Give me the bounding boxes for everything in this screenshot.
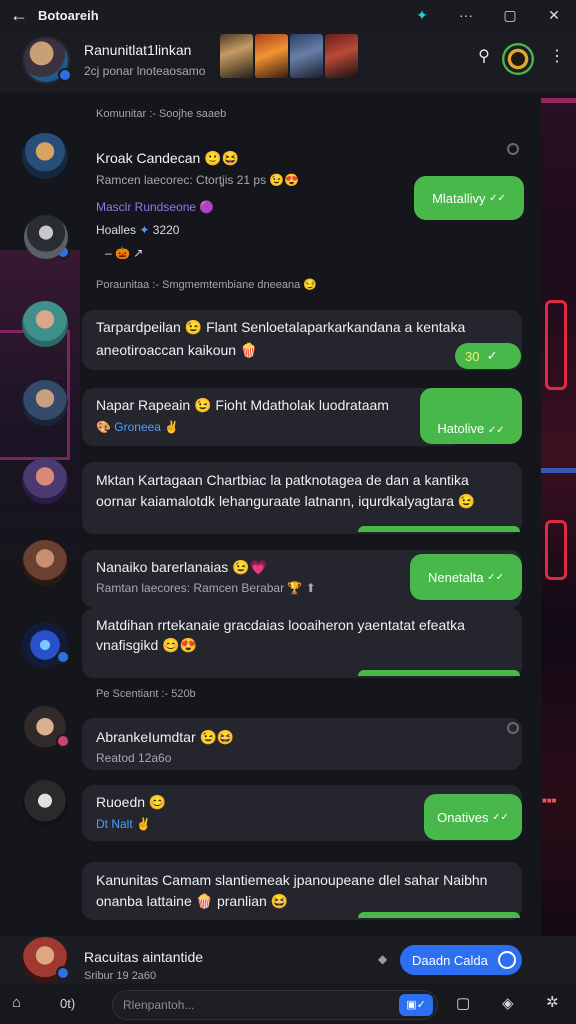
pinned-chat-sub: Sribur 19 2a60 [84,970,157,982]
message-text: Kanunitas Camam slantiemeak jpanoupeane … [96,872,488,888]
wallpaper-glyph: ■■■ [542,796,557,805]
outgoing-bubble[interactable]: Hatolive ✓✓ [420,388,522,444]
outgoing-bubble[interactable]: Nenetalta ✓✓ [410,554,522,600]
menu-dots-icon[interactable]: ··· [444,0,488,30]
info-icon[interactable] [507,722,519,734]
arrow-left-icon[interactable]: ← [0,5,38,26]
channel-link[interactable]: Masclr Rundseone 🟣 [96,200,214,214]
counter-label[interactable]: 0t) [60,996,75,1011]
channel-link[interactable]: 🎨 Groneea ✌ [96,417,179,438]
message-meta: Reatod 12a6o [96,751,172,765]
member-thumbnails [220,34,358,78]
sender-name: AbrankeIumdtar 😉😆 [96,729,235,745]
avatar[interactable] [22,540,68,586]
verified-badge-icon [58,68,72,82]
message-reaction: – 🎃 ↗ [105,246,144,260]
date-separator: Poraunitaa :- Smgmemtembiane dneeana 😏 [96,279,317,291]
outgoing-bubble-edge [358,526,520,532]
image-icon[interactable]: ▣✓ [399,994,433,1016]
shield-icon[interactable]: ◈ [502,994,514,1012]
chat-subtitle: 2cj ponar lnoteaosamo [84,64,206,78]
message-text: Napar Rapeain 😉 Fioht Mdatholak luodrata… [96,397,389,413]
sticker-icon[interactable]: ▢ [456,994,470,1012]
telegram-icon[interactable]: ✦ [400,0,444,30]
message-meta: Ramcen laecorec: Ctorţjis 21 ps 😉😍 [96,173,300,187]
outgoing-bubble[interactable]: Onatives ✓✓ [424,794,522,840]
message-text: Mktan Kartagaan Chartbiac la patknotagea… [96,472,469,488]
outgoing-bubble-edge [358,670,520,676]
wallpaper-neon-red [545,520,567,580]
message-input[interactable]: Rlenpantoh... ▣✓ [112,990,438,1020]
avatar[interactable] [22,301,68,347]
message-line: Hoalles ✦ 3220 [96,223,180,237]
wallpaper-neon-red [545,300,567,390]
message-meta: Ramtan laecores: Ramcen Berabar 🏆 ⬆ [96,581,316,595]
avatar[interactable] [22,133,68,179]
close-icon[interactable]: ✕ [532,0,576,30]
sender-name: Nanaiko barerlanaias 😉💗 [96,559,268,575]
pinned-chat-name: Racuitas aintantide [84,949,204,965]
check-icon [498,951,516,969]
member-thumb[interactable] [220,34,253,78]
sender-name: Ruoedn 😊 [96,794,167,810]
member-thumb[interactable] [290,34,323,78]
channel-link[interactable]: Dt Nalt ✌ [96,814,151,835]
verified-badge-icon [56,650,70,664]
info-icon[interactable] [507,143,519,155]
chat-title[interactable]: Ranunitlat1linkan [84,42,191,58]
member-thumb[interactable] [325,34,358,78]
message-text: aneotiroaccan kaikoun 🍿 [96,342,258,358]
profile-avatar[interactable] [502,43,534,75]
avatar[interactable] [22,780,68,826]
message-input-placeholder: Rlenpantoh... [123,998,195,1012]
outgoing-bubble-edge [358,912,520,918]
settings-icon[interactable]: ✲ [546,993,559,1011]
member-thumb[interactable] [255,34,288,78]
join-button[interactable]: Daadn Calda [400,945,522,975]
chat-header: Ranunitlat1linkan 2cj ponar lnoteaosamo … [0,30,576,92]
message-text: vnafisgikd 😊😍 [96,637,198,653]
avatar[interactable] [22,380,68,426]
date-separator: Pe Scentiant :- 520b [96,688,196,700]
verified-badge-icon [56,966,70,980]
wallpaper-stripe [541,98,576,103]
message-text: oornar kaiamalotdk lehanguraate latnann,… [96,493,476,509]
avatar[interactable] [22,458,68,504]
avatar[interactable] [24,215,68,259]
window-title: Botoareih [38,7,99,23]
message-text: Tarpardpeilan 😉 Flant Senloetalaparkarka… [96,319,466,335]
message-text: Matdihan rrtekanaie gracdaias looaiheron… [96,617,465,633]
message-text: onanba lattaine 🍿 pranlian 😆 [96,893,289,909]
wallpaper-stripe [541,468,576,473]
outgoing-bubble[interactable]: Mlatallivy ✓✓ [414,176,524,220]
maximize-icon[interactable]: ▢ [488,0,532,30]
date-separator: Komunitar :- Soojhe saaeb [96,108,227,120]
read-receipt: 30 ✓ [455,343,521,369]
search-icon[interactable]: ⚲ [472,46,496,70]
status-badge-icon [56,734,70,748]
title-bar: ← Botoareih ✦ ··· ▢ ✕ [0,0,576,30]
kebab-menu-icon[interactable]: ⋮ [548,46,566,66]
home-icon[interactable]: ⌂ [12,994,21,1011]
sender-name: Kroak Candecan 🙂😆 [96,150,240,166]
mute-icon[interactable]: ◆ [378,952,387,966]
